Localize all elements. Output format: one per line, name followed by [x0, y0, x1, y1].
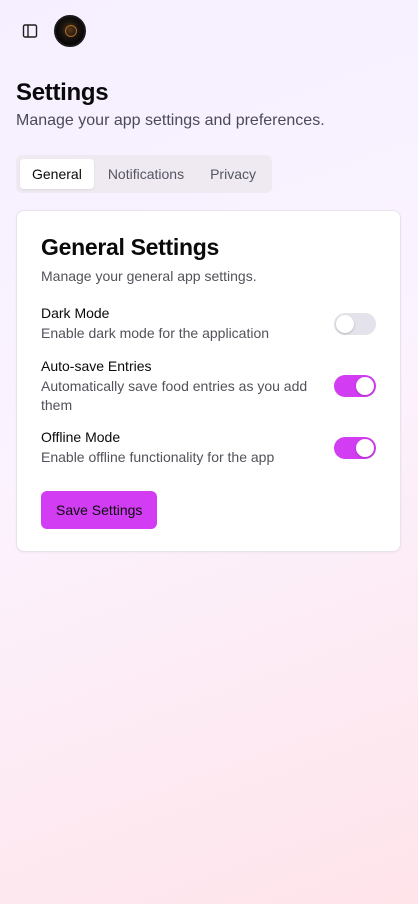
sidebar-toggle-button[interactable]: [16, 17, 44, 45]
toggle-knob: [336, 314, 354, 333]
toggle-knob: [356, 377, 374, 395]
setting-auto-save: Auto-save Entries Automatically save foo…: [41, 357, 376, 415]
setting-offline-mode: Offline Mode Enable offline functionalit…: [41, 428, 376, 467]
settings-tabs: General Notifications Privacy: [16, 155, 272, 193]
toggle-knob: [356, 438, 374, 457]
setting-label: Auto-save Entries: [41, 358, 152, 374]
setting-description: Automatically save food entries as you a…: [41, 378, 308, 413]
setting-description: Enable dark mode for the application: [41, 325, 270, 341]
avatar[interactable]: [54, 15, 86, 47]
tab-notifications[interactable]: Notifications: [96, 159, 196, 189]
setting-label: Offline Mode: [41, 429, 121, 445]
save-settings-button[interactable]: Save Settings: [41, 491, 158, 529]
page-title: Settings: [16, 79, 109, 106]
page-header: Settings Manage your app settings and pr…: [16, 78, 402, 132]
setting-dark-mode: Dark Mode Enable dark mode for the appli…: [41, 304, 376, 343]
offline-mode-toggle[interactable]: [334, 436, 376, 459]
sidebar-toggle-icon: [22, 24, 38, 38]
tab-privacy[interactable]: Privacy: [198, 159, 268, 189]
general-settings-card: General Settings Manage your general app…: [16, 210, 401, 552]
top-bar: [16, 14, 86, 48]
card-title: General Settings: [41, 234, 219, 260]
dark-mode-toggle[interactable]: [334, 312, 376, 335]
card-description: Manage your general app settings.: [41, 268, 257, 284]
page-subtitle: Manage your app settings and preferences…: [16, 112, 325, 129]
setting-label: Dark Mode: [41, 305, 110, 321]
setting-description: Enable offline functionality for the app: [41, 449, 275, 465]
tab-general[interactable]: General: [20, 159, 94, 189]
auto-save-toggle[interactable]: [334, 375, 376, 397]
